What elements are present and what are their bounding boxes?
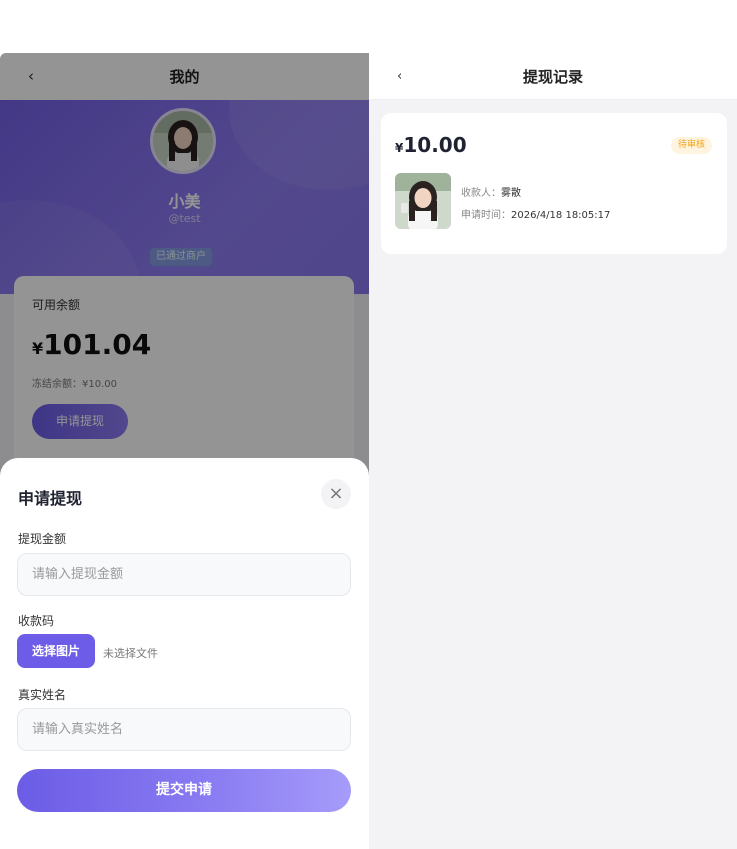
time-label: 申请时间：: [461, 210, 511, 221]
qr-code-label: 收款码: [18, 614, 55, 628]
qr-code-thumbnail[interactable]: [395, 173, 451, 229]
record-amount-value: 10.00: [403, 133, 467, 157]
back-icon[interactable]: ‹: [397, 69, 402, 84]
status-badge: 待审核: [671, 137, 713, 154]
withdraw-sheet: 申请提现 × 提现金额 请输入提现金额 收款码 选择图片 未选择文件 真实姓名 …: [0, 458, 369, 849]
close-icon[interactable]: ×: [321, 479, 351, 509]
apply-time: 2026/4/18 18:05:17: [511, 210, 611, 221]
submit-button[interactable]: 提交申请: [17, 769, 351, 812]
page-title: 提现记录: [522, 67, 583, 86]
sheet-title: 申请提现: [18, 489, 83, 508]
choose-image-button[interactable]: 选择图片: [17, 634, 95, 668]
payee-label: 收款人：: [461, 188, 501, 199]
record-amount: ¥10.00: [395, 133, 467, 157]
time-row: 申请时间：2026/4/18 18:05:17: [461, 206, 610, 221]
payee-name: 雾散: [501, 188, 521, 199]
amount-input[interactable]: 请输入提现金额: [17, 553, 351, 596]
records-nav-bar: ‹ 提现记录: [369, 53, 737, 100]
real-name-input[interactable]: 请输入真实姓名: [17, 708, 351, 751]
record-card[interactable]: ¥10.00 待审核 收款人：雾散 申请时间：2026/4/18 18:05:1…: [381, 113, 727, 254]
withdraw-records-page: ‹ 提现记录 ¥10.00 待审核 收款人：雾散 申请时间：2026/4/18 …: [369, 53, 737, 849]
no-file-text: 未选择文件: [103, 647, 158, 660]
amount-label: 提现金额: [18, 532, 67, 546]
real-name-label: 真实姓名: [18, 688, 67, 702]
payee-row: 收款人：雾散: [461, 184, 521, 199]
